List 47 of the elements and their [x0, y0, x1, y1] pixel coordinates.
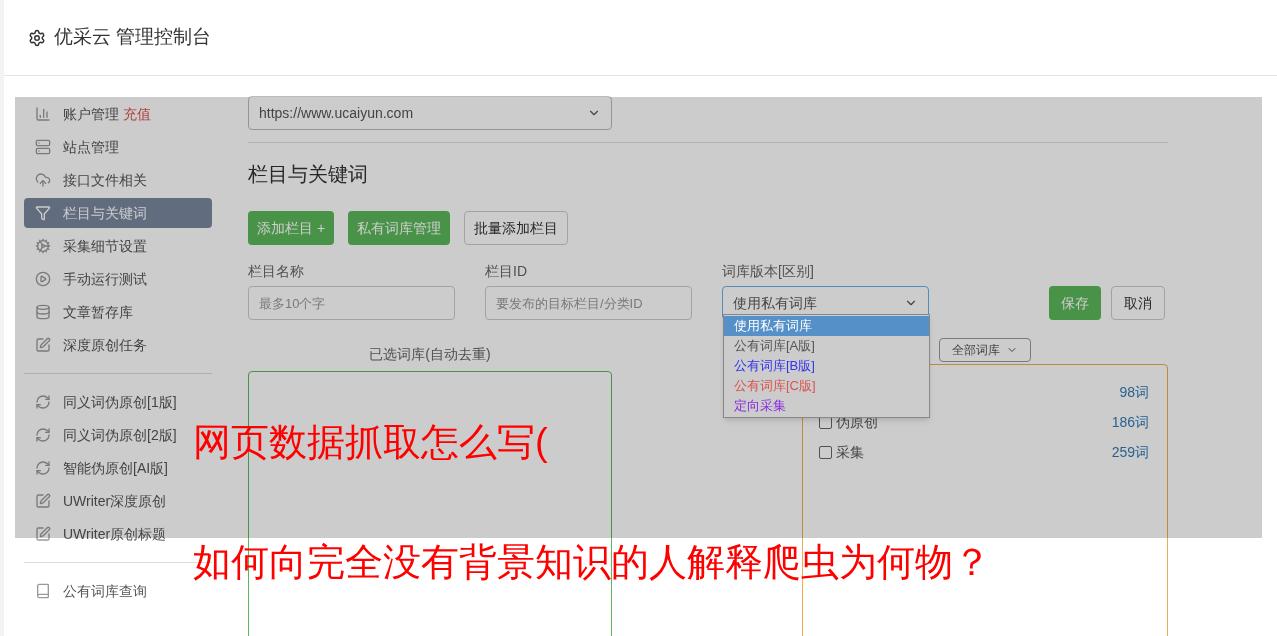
sidebar-item[interactable]: 文章暂存库: [24, 297, 212, 327]
bar-chart-icon: [35, 106, 51, 122]
input-field[interactable]: 要发布的目标栏目/分类ID: [485, 286, 692, 320]
dropdown-option[interactable]: 使用私有词库: [724, 316, 929, 336]
sidebar-item[interactable]: 手动运行测试: [24, 264, 212, 294]
gears-icon: [35, 238, 51, 254]
edit-icon: [35, 493, 51, 509]
server-icon: [35, 139, 51, 155]
filter-icon: [35, 205, 51, 221]
sidebar-item[interactable]: 采集细节设置: [24, 231, 212, 261]
database-icon: [35, 304, 51, 320]
section-title: 栏目与关键词: [248, 162, 368, 187]
edit-icon: [35, 337, 51, 353]
sidebar-item[interactable]: 账户管理 充值: [24, 99, 212, 129]
sidebar-item[interactable]: 同义词伪原创[1版]: [24, 387, 212, 417]
sidebar-item[interactable]: 栏目与关键词: [24, 198, 212, 228]
sidebar-item[interactable]: 站点管理: [24, 132, 212, 162]
library-checkbox[interactable]: [819, 445, 832, 459]
field-label: 栏目名称: [248, 262, 304, 281]
console-title: 优采云 管理控制台: [54, 25, 212, 50]
site-select[interactable]: https://www.ucaiyun.com: [248, 96, 612, 130]
dropdown-option[interactable]: 公有词库[B版]: [724, 356, 929, 376]
library-name: 采集: [836, 442, 864, 462]
panel-title: 已选词库(自动去重): [369, 345, 491, 364]
settings-icon: [28, 28, 46, 47]
refresh-icon: [35, 460, 51, 476]
word-count: 98词: [1119, 382, 1149, 402]
sidebar-item[interactable]: 深度原创任务: [24, 330, 212, 360]
book-icon: [35, 583, 51, 599]
library-filter-select[interactable]: 全部词库: [939, 338, 1031, 362]
word-count: 186词: [1111, 412, 1149, 432]
cloud-upload-icon: [35, 172, 51, 188]
dropdown-option[interactable]: 公有词库[A版]: [724, 336, 929, 356]
word-count: 259词: [1111, 442, 1149, 462]
dropdown-option[interactable]: 定向采集: [724, 396, 929, 416]
cancel-button[interactable]: 取消: [1111, 286, 1165, 320]
refresh-icon: [35, 394, 51, 410]
sidebar-item[interactable]: UWriter深度原创: [24, 486, 212, 516]
sidebar-item[interactable]: 接口文件相关: [24, 165, 212, 195]
action-button[interactable]: 批量添加栏目: [464, 211, 569, 245]
recharge-link[interactable]: 充值: [123, 103, 151, 125]
play-icon: [35, 271, 51, 287]
input-field[interactable]: 最多10个字: [248, 286, 455, 320]
field-label: 栏目ID: [485, 262, 527, 281]
refresh-icon: [35, 427, 51, 443]
field-label: 词库版本[区别]: [722, 262, 814, 281]
edit-icon: [35, 526, 51, 542]
